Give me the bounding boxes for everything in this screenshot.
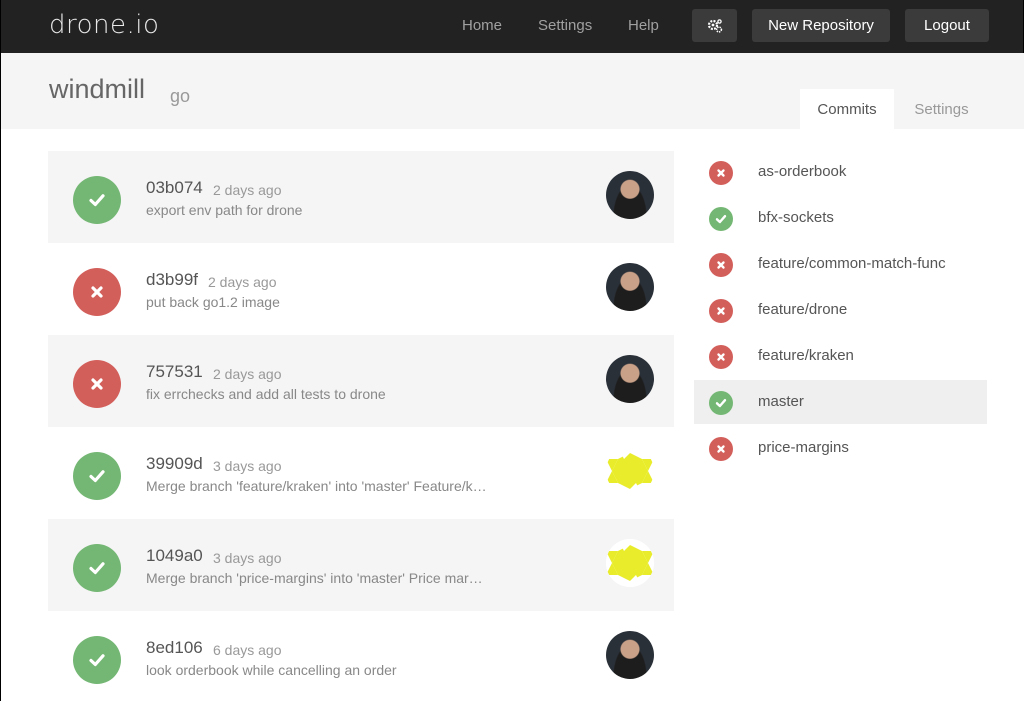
commit-sha[interactable]: 8ed106 [146,638,203,658]
author-avatar [606,263,654,311]
nav-settings-link[interactable]: Settings [538,17,592,34]
branch-failure-badge [709,345,733,369]
build-failure-badge [73,360,121,408]
commit-message: Merge branch 'feature/kraken' into 'mast… [146,478,487,494]
author-avatar [606,539,654,587]
branch-name: feature/drone [758,301,848,318]
admin-gear-button[interactable] [692,9,737,42]
branch-item[interactable]: bfx-sockets [694,196,987,240]
branch-failure-badge [709,253,733,277]
branch-success-badge [709,391,733,415]
commit-sha[interactable]: 1049a0 [146,546,203,566]
build-success-badge [73,636,121,684]
commit-sha[interactable]: 757531 [146,362,203,382]
commit-message: fix errchecks and add all tests to drone [146,386,386,402]
branch-success-badge [709,207,733,231]
commit-time: 2 days ago [213,366,282,382]
author-avatar [606,171,654,219]
x-icon [91,378,103,390]
check-icon [89,654,105,667]
author-avatar [606,631,654,679]
commit-time: 3 days ago [213,458,282,474]
commit-time: 3 days ago [213,550,282,566]
x-icon [717,307,725,315]
commit-row[interactable]: 8ed106 6 days ago look orderbook while can… [48,611,674,701]
branch-item[interactable]: as-orderbook [694,150,987,194]
check-icon [89,194,105,207]
drone-logo[interactable]: drone.io [49,8,159,42]
nav-help-link[interactable]: Help [628,17,659,34]
branch-name: price-margins [758,439,849,456]
tab-commits[interactable]: Commits [800,89,894,129]
branch-item[interactable]: feature/kraken [694,334,987,378]
commit-message: put back go1.2 image [146,294,280,310]
commit-sha[interactable]: d3b99f [146,270,198,290]
check-icon [89,470,105,483]
commit-message: Merge branch 'price-margins' into 'maste… [146,570,483,586]
commit-message: export env path for drone [146,202,303,218]
tab-settings[interactable]: Settings [894,89,989,129]
nav-home-link[interactable]: Home [462,17,502,34]
top-navbar: drone.io Home Settings Help New Reposito… [0,0,1024,53]
branch-name: master [758,393,804,410]
check-icon [715,215,727,224]
branch-name: bfx-sockets [758,209,834,226]
gears-icon [707,18,722,33]
branch-name: feature/kraken [758,347,854,364]
build-success-badge [73,544,121,592]
branch-item[interactable]: price-margins [694,426,987,470]
commit-row[interactable]: 03b074 2 days ago export env path for dron… [48,151,674,243]
commit-time: 2 days ago [213,182,282,198]
branch-failure-badge [709,437,733,461]
branch-failure-badge [709,161,733,185]
commit-time: 2 days ago [208,274,277,290]
branch-item[interactable]: feature/drone [694,288,987,332]
identicon-icon [606,447,654,495]
x-icon [91,286,103,298]
branch-item[interactable]: master [694,380,987,424]
repo-name[interactable]: windmill [49,74,145,105]
commit-row[interactable]: 1049a0 3 days ago Merge branch 'price-marg… [48,519,674,611]
x-icon [717,353,725,361]
commit-row[interactable]: 757531 2 days ago fix errchecks and add al… [48,335,674,427]
build-success-badge [73,452,121,500]
build-failure-badge [73,268,121,316]
commit-sha[interactable]: 39909d [146,454,203,474]
commit-row[interactable]: 39909d 3 days ago Merge branch 'feature/kr… [48,427,674,519]
branch-failure-badge [709,299,733,323]
identicon-icon [606,539,654,587]
branch-name: feature/common-match-func [758,255,946,272]
repo-language: go [170,86,191,106]
branch-name: as-orderbook [758,163,847,180]
repo-header: windmill go Commits Settings [0,53,1024,129]
check-icon [89,562,105,575]
commit-message: look orderbook while cancelling an order [146,662,397,678]
x-icon [717,445,725,453]
branch-item[interactable]: feature/common-match-func [694,242,987,286]
x-icon [717,169,725,177]
new-repository-button[interactable]: New Repository [752,9,890,42]
check-icon [715,399,727,408]
commit-sha[interactable]: 03b074 [146,178,203,198]
logout-button[interactable]: Logout [905,9,989,42]
author-avatar [606,447,654,495]
commit-row[interactable]: d3b99f 2 days ago put back go1.2 image [48,243,674,335]
commit-time: 6 days ago [213,642,282,658]
build-success-badge [73,176,121,224]
x-icon [717,261,725,269]
author-avatar [606,355,654,403]
